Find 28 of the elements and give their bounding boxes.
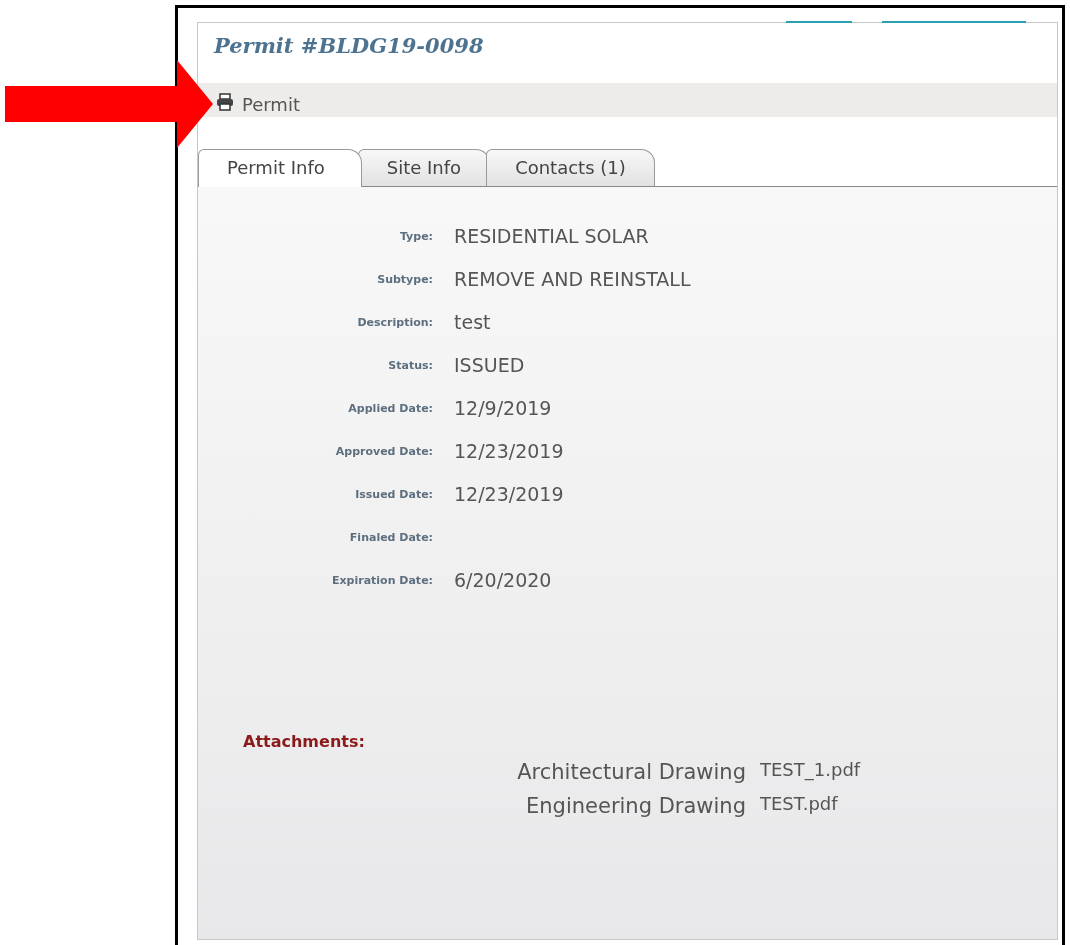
field-label: Issued Date: [354,487,433,503]
attachment-file-link[interactable]: TEST_1.pdf [760,755,1057,789]
print-permit-link[interactable]: Permit [242,94,300,115]
attachment-file-link[interactable]: TEST.pdf [760,789,1057,823]
field-label: Applied Date: [347,401,433,417]
tab[interactable]: Permit Info [198,149,362,187]
field-value: 6/20/2020 [454,569,552,591]
field-value: 12/23/2019 [454,483,564,505]
field-label: Status: [387,358,433,374]
permit-title: Permit #BLDG19-0098 [214,33,484,60]
attachment-name: Architectural Drawing [516,759,746,786]
field-value: test [454,311,491,333]
field-label: Type: [398,229,433,245]
field-label: Expiration Date: [330,573,433,589]
field-value: REMOVE AND REINSTALL [454,268,691,290]
field-value: 12/23/2019 [454,440,564,462]
field-label: Subtype: [376,272,433,288]
field-value: ISSUED [454,354,525,376]
field-label: Approved Date: [334,444,433,460]
field-label: Finaled Date: [348,530,433,546]
field-value: RESIDENTIAL SOLAR [454,225,649,247]
printer-icon [216,93,234,111]
tab[interactable]: Contacts (1) [486,149,655,186]
field-label: Description: [356,315,433,331]
attachment-name: Engineering Drawing [525,793,746,820]
attachments-heading: Attachments: [243,732,365,751]
field-value: 12/9/2019 [454,397,552,419]
button-edge [786,21,852,23]
